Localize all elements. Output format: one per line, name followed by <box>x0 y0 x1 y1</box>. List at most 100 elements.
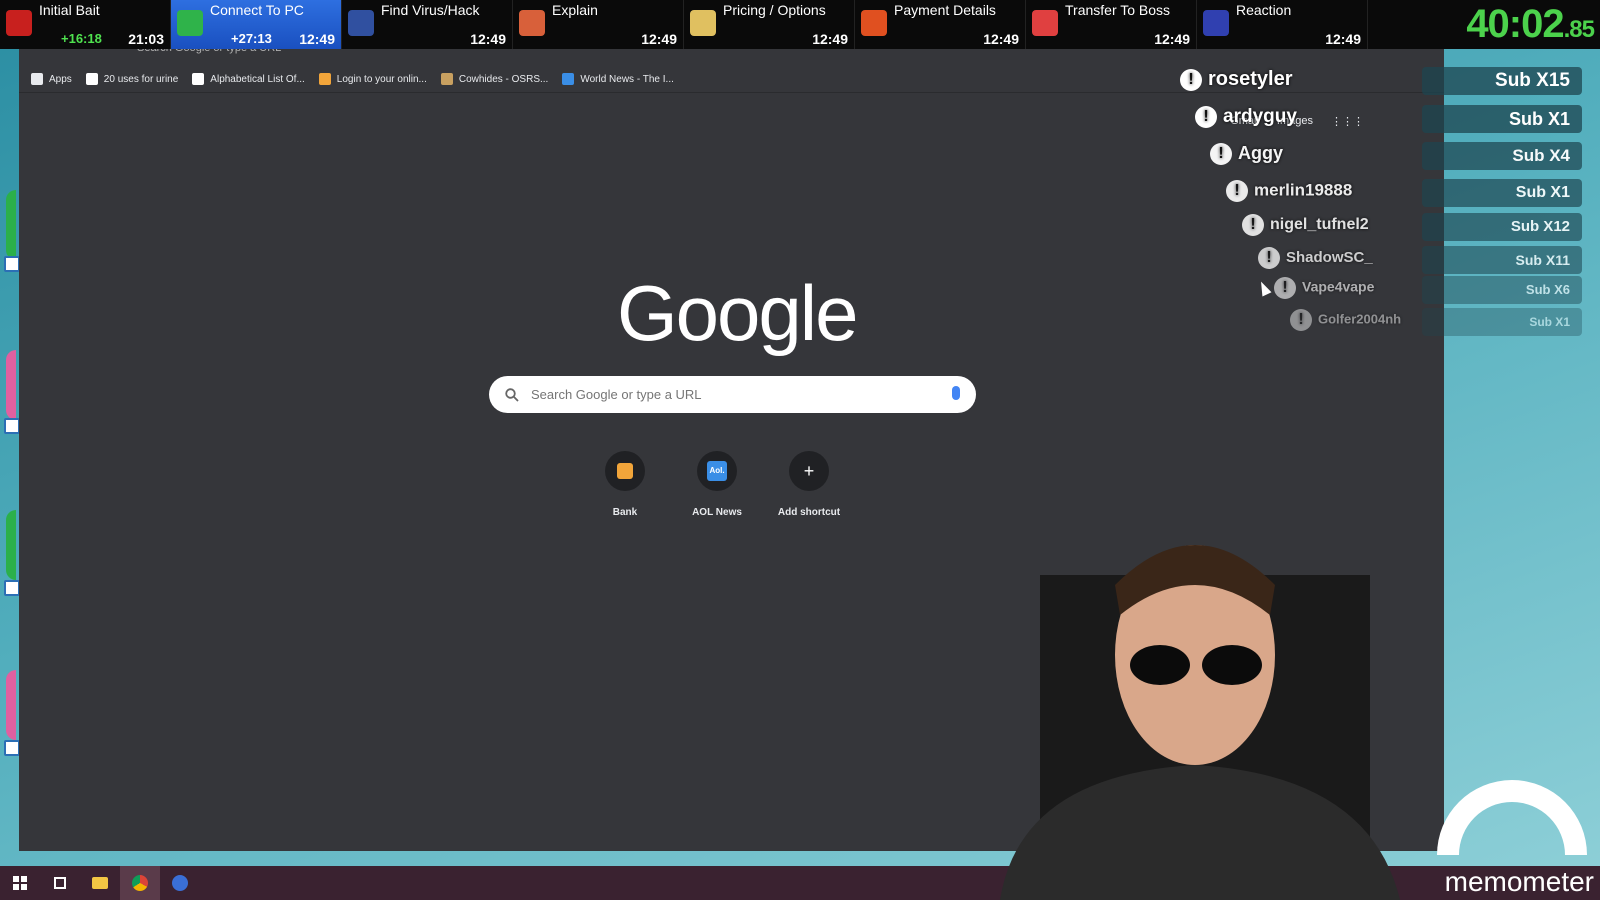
alert-row: ! Aggy Sub X4 <box>1180 137 1600 171</box>
bank-icon <box>605 451 645 491</box>
alert-icon: ! <box>1290 309 1312 331</box>
alert-sub-count: Sub X6 <box>1422 276 1582 304</box>
split-icon <box>1203 10 1229 36</box>
alert-sub-count: Sub X11 <box>1422 246 1582 274</box>
shortcut-aol-news[interactable]: Aol. AOL News <box>672 451 762 518</box>
aol-icon: Aol. <box>697 451 737 491</box>
alert-username: ! Aggy <box>1210 143 1283 166</box>
bookmark-favicon-icon <box>440 73 453 85</box>
alert-username-text: Vape4vape <box>1302 278 1375 295</box>
split-delta: +16:18 <box>61 31 102 46</box>
bookmark-apps[interactable]: Apps <box>31 73 72 85</box>
split-5: Payment Details 12:49 <box>855 0 1026 49</box>
split-time: 12:49 <box>812 31 848 47</box>
alert-sub-count: Sub X1 <box>1422 179 1582 207</box>
split-name: Transfer To Boss <box>1065 2 1171 18</box>
shortcut-bank[interactable]: Bank <box>580 451 670 518</box>
alert-icon: ! <box>1274 277 1296 299</box>
alert-sub-count: Sub X12 <box>1422 213 1582 241</box>
desktop-shortcut-icon[interactable] <box>4 740 20 756</box>
split-6: Transfer To Boss 12:49 <box>1026 0 1197 49</box>
split-delta: +27:13 <box>231 31 272 46</box>
split-name: Reaction <box>1236 2 1292 18</box>
bookmark-label: Alphabetical List Of... <box>210 73 305 85</box>
start-button[interactable] <box>0 866 40 900</box>
alert-icon: ! <box>1226 180 1248 202</box>
windows-icon <box>13 876 27 890</box>
split-time: 12:49 <box>983 31 1019 47</box>
split-1: Connect To PC +27:13 12:49 <box>171 0 342 49</box>
desktop-shortcut-icon[interactable] <box>4 256 20 272</box>
plus-icon: + <box>789 451 829 491</box>
alert-username-text: merlin19888 <box>1254 180 1353 200</box>
app-button[interactable] <box>160 866 200 900</box>
alert-username: ! Vape4vape <box>1274 277 1374 299</box>
alert-sub-count: Sub X15 <box>1422 67 1582 95</box>
desktop-shortcut-icon[interactable] <box>4 580 20 596</box>
alert-icon: ! <box>1242 214 1264 236</box>
split-icon <box>6 10 32 36</box>
split-3: Explain 12:49 <box>513 0 684 49</box>
split-7: Reaction 12:49 <box>1197 0 1368 49</box>
split-time: 12:49 <box>470 31 506 47</box>
bookmark-item[interactable]: Alphabetical List Of... <box>192 73 305 85</box>
sunglasses-lens <box>1130 645 1190 685</box>
split-name: Find Virus/Hack <box>381 2 480 18</box>
sunglasses-lens <box>1202 645 1262 685</box>
bookmark-favicon-icon <box>562 73 575 85</box>
bookmark-item[interactable]: Cowhides - OSRS... <box>440 73 549 85</box>
microphone-icon[interactable] <box>952 386 960 400</box>
bookmark-label: Cowhides - OSRS... <box>458 73 549 85</box>
alert-username: ! merlin19888 <box>1226 180 1352 202</box>
bookmark-favicon-icon <box>31 73 43 85</box>
split-time: 12:49 <box>1154 31 1190 47</box>
bookmark-favicon-icon <box>85 73 98 85</box>
bookmark-item[interactable]: Login to your onlin... <box>318 73 427 85</box>
chrome-button[interactable] <box>120 866 160 900</box>
bookmark-item[interactable]: 20 uses for urine <box>85 73 178 85</box>
alert-row: ! ShadowSC_ Sub X11 <box>1180 241 1600 275</box>
alert-username: ! rosetyler <box>1180 68 1293 91</box>
alert-username-text: rosetyler <box>1208 68 1293 90</box>
search-icon <box>505 387 519 402</box>
desktop-shortcut-icon[interactable] <box>4 418 20 434</box>
alert-username: ! Golfer2004nh <box>1290 309 1401 331</box>
alert-row: ! ardyguy Sub X1 <box>1180 100 1600 134</box>
app-icon <box>172 875 188 891</box>
split-time: 12:49 <box>299 31 335 47</box>
alert-row: ! Vape4vape Sub X6 <box>1180 271 1600 305</box>
shortcut-label: Bank <box>612 507 638 518</box>
bookmark-favicon-icon <box>192 73 205 85</box>
file-explorer-button[interactable] <box>80 866 120 900</box>
alert-icon: ! <box>1258 247 1280 269</box>
shortcut-label: Add shortcut <box>777 507 841 518</box>
bookmark-favicon-icon <box>318 73 331 85</box>
split-name: Initial Bait <box>39 2 100 18</box>
memometer-label: memometer <box>1444 866 1594 897</box>
split-4: Pricing / Options 12:49 <box>684 0 855 49</box>
run-timer: 40:02.85 <box>1466 2 1595 46</box>
search-input[interactable] <box>531 387 911 402</box>
task-view-button[interactable] <box>40 866 80 900</box>
alert-row: ! rosetyler Sub X15 <box>1180 62 1600 96</box>
alert-username: ! ardyguy <box>1195 106 1297 128</box>
desktop-shape <box>6 670 16 740</box>
alert-username-text: ardyguy <box>1223 106 1297 128</box>
splits-bar: Initial Bait +16:18 21:03 Connect To PC +27:… <box>0 0 1600 49</box>
split-2: Find Virus/Hack 12:49 <box>342 0 513 49</box>
split-icon <box>519 10 545 36</box>
alert-icon: ! <box>1210 143 1232 166</box>
search-box[interactable] <box>489 376 976 413</box>
alert-username-text: Golfer2004nh <box>1318 311 1402 327</box>
split-icon <box>861 10 887 36</box>
split-time: 21:03 <box>128 31 164 47</box>
bookmark-item[interactable]: World News - The I... <box>562 73 674 85</box>
alert-sub-count: Sub X1 <box>1422 308 1582 336</box>
task-view-icon <box>54 877 66 889</box>
alert-username: ! nigel_tufnel2 <box>1242 214 1369 236</box>
alert-icon: ! <box>1180 68 1202 91</box>
alert-sub-count: Sub X1 <box>1422 105 1582 133</box>
split-name: Payment Details <box>894 2 996 18</box>
shortcut-label: AOL News <box>692 507 742 518</box>
shortcut-add[interactable]: + Add shortcut <box>764 451 854 518</box>
